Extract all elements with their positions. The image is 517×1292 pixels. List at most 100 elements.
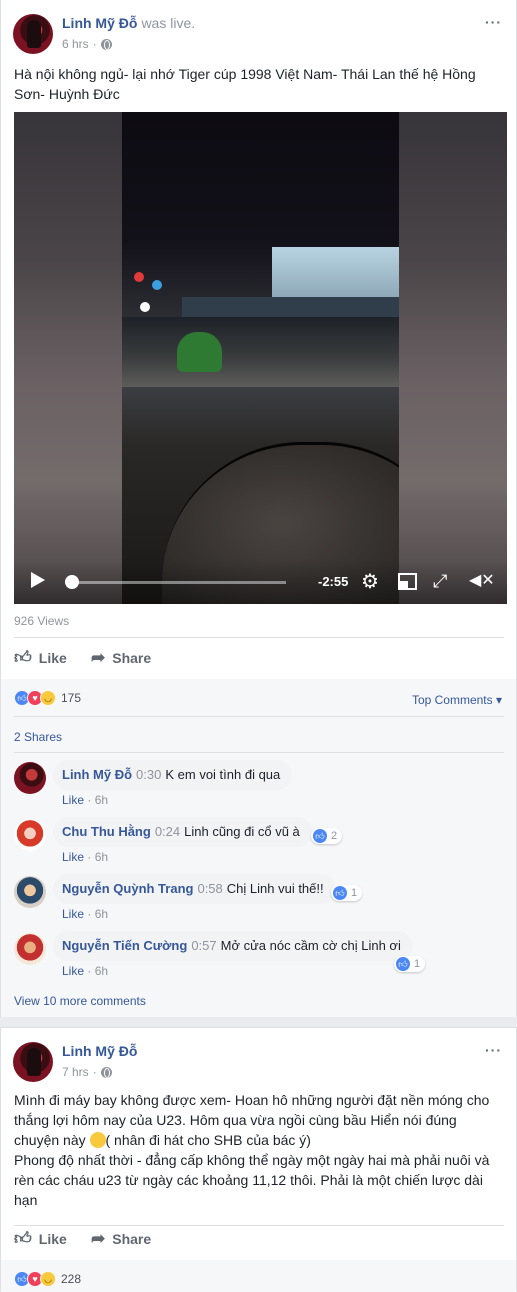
progress-track[interactable] bbox=[72, 581, 286, 584]
share-label: Share bbox=[112, 1230, 152, 1247]
reactions-count: 175 bbox=[61, 691, 82, 705]
view-more-comments-link[interactable]: View 10 more comments bbox=[14, 994, 146, 1008]
live-video-player[interactable]: -2:55 ⚙ ⤢ ◀✕ bbox=[14, 112, 507, 604]
comment-age[interactable]: 6h bbox=[95, 964, 108, 978]
commenter-name[interactable]: Nguyễn Quỳnh Trang bbox=[62, 881, 193, 896]
commenter-name[interactable]: Chu Thu Hằng bbox=[62, 824, 151, 839]
mute-icon[interactable]: ◀✕ bbox=[469, 571, 495, 591]
dot-separator: · bbox=[92, 37, 97, 51]
feedback-section: 👍︎ ♥ ◡ 175 Top Comments ▾ 2 Shares Linh … bbox=[1, 679, 516, 1017]
comment-age[interactable]: 6h bbox=[95, 850, 108, 864]
comment-bubble: Nguyễn Tiến Cường 0:57 Mở cửa nóc cầm cờ c… bbox=[53, 931, 413, 961]
like-reaction-icon: 👍︎ bbox=[333, 886, 347, 900]
reactions-summary[interactable]: 👍︎ ♥ ◡ 175 bbox=[14, 690, 81, 706]
shares-count[interactable]: 2 Shares bbox=[14, 730, 62, 744]
comment-text: K em voi tình đi qua bbox=[165, 767, 281, 782]
comment-likes-badge[interactable]: 👍︎ 2 bbox=[311, 828, 343, 844]
play-icon[interactable] bbox=[31, 572, 45, 588]
author-name[interactable]: Linh Mỹ Đỗ bbox=[62, 1043, 137, 1059]
video-controls: -2:55 ⚙ ⤢ ◀✕ bbox=[14, 560, 507, 604]
post-meta: 6 hrs · bbox=[62, 37, 112, 51]
like-button[interactable]: 👍︎ Like bbox=[14, 649, 67, 666]
comment-likes-count: 1 bbox=[414, 958, 421, 970]
commenter-avatar[interactable] bbox=[14, 933, 46, 965]
post-text: Mình đi máy bay không được xem- Hoan hô … bbox=[14, 1090, 506, 1210]
share-button[interactable]: ➦ Share bbox=[91, 649, 151, 666]
comment-bubble: Chu Thu Hằng 0:24 Linh cũng đi cổ vũ à bbox=[53, 817, 312, 847]
commenter-avatar[interactable] bbox=[14, 876, 46, 908]
share-arrow-icon: ➦ bbox=[91, 1229, 106, 1248]
post-text-line: rèn các cháu u23 từ ngày các khoảng 11,1… bbox=[14, 1172, 483, 1188]
comment-like-link[interactable]: Like bbox=[62, 850, 84, 864]
commenter-name[interactable]: Linh Mỹ Đỗ bbox=[62, 767, 132, 782]
post-time[interactable]: 7 hrs bbox=[62, 1065, 89, 1079]
comment-like-link[interactable]: Like bbox=[62, 793, 84, 807]
comment-text: Chị Linh vui thế!! bbox=[226, 881, 324, 896]
post-text-line: chuyện này ( nhân đi hát cho SHB của bác… bbox=[14, 1130, 506, 1150]
like-reaction-icon: 👍︎ bbox=[396, 957, 410, 971]
haha-reaction-icon: ◡ bbox=[40, 690, 56, 706]
post-text-line: Mình đi máy bay không được xem- Hoan hô … bbox=[14, 1092, 490, 1108]
video-lights bbox=[134, 272, 144, 282]
divider bbox=[14, 637, 504, 638]
fullscreen-icon[interactable]: ⤢ bbox=[433, 571, 447, 591]
author-avatar[interactable] bbox=[13, 14, 53, 54]
like-button[interactable]: 👍︎ Like bbox=[14, 1230, 67, 1247]
dot-separator: · bbox=[92, 1065, 97, 1079]
more-options-icon[interactable]: ··· bbox=[485, 14, 502, 30]
comment-age[interactable]: 6h bbox=[95, 907, 108, 921]
post-text-line: thắng lợi hôm nay của U23. Hôm qua vừa n… bbox=[14, 1112, 457, 1128]
post-time[interactable]: 6 hrs bbox=[62, 37, 89, 51]
thumbs-up-icon: 👍︎ bbox=[14, 648, 32, 667]
post-meta: 7 hrs · bbox=[62, 1065, 112, 1079]
reactions-count: 228 bbox=[61, 1272, 82, 1286]
comment-text: Linh cũng đi cổ vũ à bbox=[184, 824, 300, 839]
smile-emoji-icon bbox=[89, 1132, 106, 1148]
commenter-avatar[interactable] bbox=[14, 819, 46, 851]
settings-icon[interactable]: ⚙ bbox=[361, 572, 379, 592]
commenter-name[interactable]: Nguyễn Tiến Cường bbox=[62, 938, 187, 953]
comment-bubble: Nguyễn Quỳnh Trang 0:58 Chị Linh vui thế!! bbox=[53, 874, 336, 904]
post-card-1: Linh Mỹ Đỗ was live. 6 hrs · ··· Hà nội k… bbox=[0, 0, 517, 1017]
comment-actions: Like · 6h bbox=[62, 793, 109, 807]
commenter-avatar[interactable] bbox=[14, 762, 46, 794]
post-header: Linh Mỹ Đỗ 7 hrs · ··· bbox=[1, 1028, 516, 1084]
comment-timestamp[interactable]: 0:24 bbox=[155, 824, 180, 839]
post-text: Hà nội không ngủ- lại nhớ Tiger cúp 1998… bbox=[14, 64, 504, 104]
haha-reaction-icon: ◡ bbox=[40, 1271, 56, 1287]
post-card-2: Linh Mỹ Đỗ 7 hrs · ··· Mình đi máy bay k… bbox=[0, 1027, 517, 1292]
video-blur-right bbox=[399, 112, 507, 604]
video-frame bbox=[122, 112, 399, 604]
top-comments-dropdown[interactable]: Top Comments ▾ bbox=[412, 693, 502, 707]
comment-actions: Like · 6h bbox=[62, 964, 109, 978]
picture-in-picture-icon[interactable] bbox=[398, 573, 417, 590]
post-text-fragment: ( nhân đi hát cho SHB của bác ý) bbox=[105, 1132, 311, 1148]
author-avatar[interactable] bbox=[13, 1042, 53, 1082]
progress-knob[interactable] bbox=[65, 575, 79, 589]
comment-age[interactable]: 6h bbox=[95, 793, 108, 807]
post-text-fragment: chuyện này bbox=[14, 1132, 90, 1148]
post-text-line: Phong độ nhất thời - đẳng cấp không thể … bbox=[14, 1152, 490, 1168]
reactions-summary[interactable]: 👍︎ ♥ ◡ 228 bbox=[14, 1271, 81, 1287]
divider bbox=[14, 1225, 504, 1226]
post-text-line: hạn bbox=[14, 1192, 38, 1208]
comment-timestamp[interactable]: 0:58 bbox=[197, 881, 222, 896]
comment-text: Mở cửa nóc cầm cờ chị Linh ơi bbox=[220, 938, 401, 953]
share-button[interactable]: ➦ Share bbox=[91, 1230, 151, 1247]
author-line: Linh Mỹ Đỗ was live. bbox=[62, 15, 195, 31]
video-blur-left bbox=[14, 112, 122, 604]
comment-actions: Like · 6h bbox=[62, 850, 109, 864]
post-text-line-1: Hà nội không ngủ- lại nhớ Tiger cúp 1998… bbox=[14, 66, 476, 82]
comment-timestamp[interactable]: 0:30 bbox=[136, 767, 161, 782]
comment-like-link[interactable]: Like bbox=[62, 964, 84, 978]
post-header: Linh Mỹ Đỗ was live. 6 hrs · ··· bbox=[1, 0, 516, 56]
author-name[interactable]: Linh Mỹ Đỗ bbox=[62, 15, 137, 31]
comment-likes-badge[interactable]: 👍︎ 1 bbox=[331, 885, 363, 901]
more-options-icon[interactable]: ··· bbox=[485, 1042, 502, 1058]
comment-likes-count: 2 bbox=[331, 830, 338, 842]
video-rider bbox=[177, 332, 222, 372]
comment-timestamp[interactable]: 0:57 bbox=[191, 938, 216, 953]
comment-likes-badge[interactable]: 👍︎ 1 bbox=[394, 956, 426, 972]
post-text-line-2: Sơn- Huỳnh Đức bbox=[14, 86, 120, 102]
comment-like-link[interactable]: Like bbox=[62, 907, 84, 921]
